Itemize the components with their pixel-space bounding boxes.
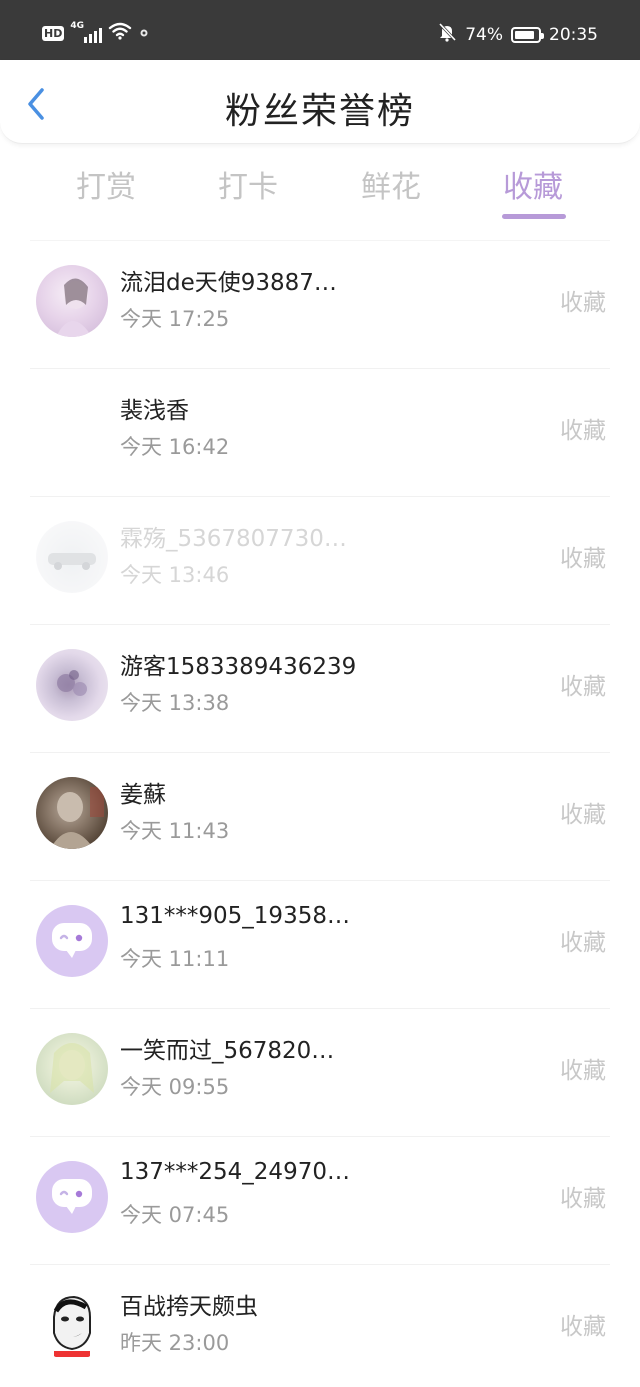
avatar[interactable] bbox=[36, 777, 108, 849]
list-item[interactable]: 137***254_24970… 今天 07:45 收藏 bbox=[30, 1136, 610, 1264]
page-header: 粉丝荣誉榜 bbox=[0, 60, 640, 144]
favorite-label: 收藏 bbox=[560, 930, 606, 956]
tab-reward[interactable]: 打赏 bbox=[51, 162, 161, 206]
battery-level-fill bbox=[515, 30, 535, 39]
list-item-time: 今天 09:55 bbox=[120, 1075, 230, 1099]
user-name: 姜蘇 bbox=[120, 782, 166, 808]
list-item[interactable]: 裴浅香 今天 16:42 收藏 bbox=[30, 368, 610, 496]
favorite-label: 收藏 bbox=[560, 1186, 606, 1212]
favorite-label: 收藏 bbox=[560, 674, 606, 700]
tab-favorites[interactable]: 收藏 bbox=[478, 162, 588, 206]
user-name: 131***905_19358… bbox=[120, 903, 350, 929]
wifi-icon bbox=[108, 22, 132, 44]
default-chat-avatar-icon[interactable] bbox=[36, 905, 108, 977]
tab-flowers[interactable]: 鲜花 bbox=[336, 162, 446, 206]
list-item-time: 今天 16:42 bbox=[120, 435, 230, 459]
list-item-time: 今天 11:11 bbox=[120, 947, 230, 971]
status-right-group: 74% 20:35 bbox=[437, 22, 598, 47]
avatar[interactable] bbox=[36, 1289, 108, 1361]
list-item[interactable]: 姜蘇 今天 11:43 收藏 bbox=[30, 752, 610, 880]
avatar[interactable] bbox=[36, 649, 108, 721]
active-tab-indicator bbox=[502, 214, 566, 219]
favorite-label: 收藏 bbox=[560, 418, 606, 444]
tab-checkin[interactable]: 打卡 bbox=[193, 162, 303, 206]
list-item-time: 今天 13:38 bbox=[120, 691, 230, 715]
hd-icon: HD bbox=[42, 25, 65, 41]
list-item[interactable]: 131***905_19358… 今天 11:11 收藏 bbox=[30, 880, 610, 1008]
avatar[interactable] bbox=[36, 521, 108, 593]
avatar[interactable] bbox=[36, 1033, 108, 1105]
favorite-label: 收藏 bbox=[560, 1314, 606, 1340]
default-chat-avatar-icon[interactable] bbox=[36, 1161, 108, 1233]
list-item-time: 今天 17:25 bbox=[120, 307, 230, 331]
favorite-label: 收藏 bbox=[560, 802, 606, 828]
user-name: 霖殇_5367807730… bbox=[120, 526, 347, 552]
battery-percent: 74% bbox=[465, 24, 503, 45]
user-name: 游客1583389436239 bbox=[120, 654, 357, 680]
list-item[interactable]: 游客1583389436239 今天 13:38 收藏 bbox=[30, 624, 610, 752]
network-type-label: 4G bbox=[70, 21, 84, 31]
notification-dot-icon bbox=[138, 24, 150, 43]
list-item-time: 今天 13:46 bbox=[120, 563, 230, 587]
clock: 20:35 bbox=[549, 24, 598, 45]
signal-icon: 4G bbox=[70, 21, 103, 43]
user-name: 百战挎天颇虫 bbox=[120, 1294, 258, 1320]
tab-bar: 打赏 打卡 鲜花 收藏 bbox=[0, 150, 640, 230]
user-name: 裴浅香 bbox=[120, 398, 189, 424]
favorite-label: 收藏 bbox=[560, 1058, 606, 1084]
status-left-group: HD 4G bbox=[42, 21, 150, 44]
list-item[interactable]: 霖殇_5367807730… 今天 13:46 收藏 bbox=[30, 496, 610, 624]
list-item-time: 今天 11:43 bbox=[120, 819, 230, 843]
favorite-label: 收藏 bbox=[560, 546, 606, 572]
page-title: 粉丝荣誉榜 bbox=[224, 91, 415, 132]
user-name: 137***254_24970… bbox=[120, 1159, 350, 1185]
list-item[interactable]: 一笑而过_567820… 今天 09:55 收藏 bbox=[30, 1008, 610, 1136]
mute-bell-icon bbox=[437, 22, 457, 47]
favorite-label: 收藏 bbox=[560, 290, 606, 316]
status-bar: HD 4G 74% 20:35 bbox=[0, 0, 640, 60]
list-item[interactable]: 流泪de天使93887… 今天 17:25 收藏 bbox=[30, 240, 610, 368]
avatar[interactable] bbox=[36, 393, 108, 465]
user-name: 一笑而过_567820… bbox=[120, 1038, 335, 1064]
fan-list: 流泪de天使93887… 今天 17:25 收藏 裴浅香 今天 16:42 收藏… bbox=[0, 240, 640, 1387]
list-item[interactable]: 百战挎天颇虫 昨天 23:00 收藏 bbox=[30, 1264, 610, 1387]
avatar[interactable] bbox=[36, 265, 108, 337]
list-item-time: 昨天 23:00 bbox=[120, 1331, 230, 1355]
battery-icon bbox=[511, 26, 544, 43]
user-name: 流泪de天使93887… bbox=[120, 270, 337, 296]
list-item-time: 今天 07:45 bbox=[120, 1203, 230, 1227]
